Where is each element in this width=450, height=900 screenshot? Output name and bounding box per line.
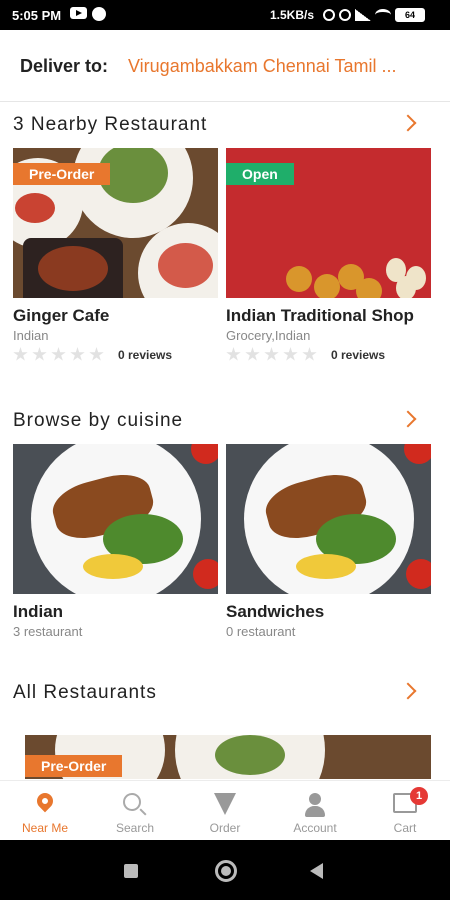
all-restaurants-chevron-icon[interactable] — [399, 682, 417, 700]
star-icon — [70, 347, 85, 361]
star-icon — [89, 347, 104, 361]
nearby-see-all-chevron-icon[interactable] — [399, 114, 417, 132]
rating-row: 0 reviews — [226, 347, 431, 362]
restaurant-card-indian-traditional-shop[interactable]: Open Indian Traditional Shop Grocery,Ind… — [226, 148, 431, 362]
nav-account[interactable]: Account — [270, 781, 360, 840]
battery-icon: 64 — [395, 8, 425, 22]
restaurant-image: Pre-Order — [13, 148, 218, 298]
nav-label: Order — [209, 821, 241, 835]
nav-label: Cart — [393, 821, 417, 835]
star-icon — [226, 347, 241, 361]
cuisine-see-all-chevron-icon[interactable] — [399, 410, 417, 428]
cuisine-card-sandwiches[interactable]: Sandwiches 0 restaurant — [226, 444, 431, 639]
cuisine-name: Sandwiches — [226, 602, 325, 621]
cuisine-section-title: Browse by cuisine — [13, 410, 184, 431]
cuisine-restaurant-count: 0 restaurant — [226, 624, 296, 639]
nav-label: Account — [293, 821, 337, 835]
system-navigation-bar — [0, 840, 450, 900]
restaurant-category: Indian — [13, 328, 49, 343]
star-icon — [302, 347, 317, 361]
rating-row: 0 reviews — [13, 347, 218, 362]
status-time: 5:05 PM — [12, 8, 62, 23]
star-icon — [245, 347, 260, 361]
nav-order[interactable]: Order — [180, 781, 270, 840]
nav-cart[interactable]: 1 Cart — [360, 781, 450, 840]
nav-label: Near Me — [21, 821, 68, 835]
user-icon — [304, 793, 326, 817]
signal-icon — [355, 9, 371, 21]
star-icon — [283, 347, 298, 361]
pizza-icon — [214, 793, 236, 815]
cuisine-name: Indian — [13, 602, 64, 621]
mute-icon — [339, 9, 351, 21]
review-count: 0 reviews — [118, 347, 173, 362]
restaurant-name: Indian Traditional Shop — [226, 306, 414, 325]
home-button[interactable] — [215, 860, 237, 882]
status-bar: 5:05 PM 1.5KB/s 64 — [0, 0, 450, 30]
pre-order-tag: Pre-Order — [25, 755, 123, 777]
wifi-icon — [375, 9, 391, 21]
star-icon — [51, 347, 66, 361]
star-icon — [32, 347, 47, 361]
nearby-section-title: 3 Nearby Restaurant — [13, 114, 208, 135]
restaurant-category: Grocery,Indian — [226, 328, 311, 343]
cuisine-image — [13, 444, 218, 594]
deliver-label: Deliver to: — [20, 56, 109, 76]
restaurant-name: Ginger Cafe — [13, 306, 110, 325]
restaurant-image: Open — [226, 148, 431, 298]
search-icon — [123, 793, 141, 811]
notification-icon — [92, 7, 106, 21]
bottom-navigation: Near Me Search Order Account 1 Cart — [0, 780, 450, 840]
star-icon — [264, 347, 279, 361]
nav-near-me[interactable]: Near Me — [0, 781, 90, 840]
location-pin-icon — [33, 789, 57, 813]
cuisine-restaurant-count: 3 restaurant — [13, 624, 83, 639]
all-restaurant-card[interactable]: Pre-Order — [25, 735, 431, 779]
cuisine-image — [226, 444, 431, 594]
nav-label: Search — [115, 821, 155, 835]
alarm-icon — [323, 9, 335, 21]
recents-button[interactable] — [124, 864, 138, 878]
pre-order-tag: Pre-Order — [13, 163, 111, 185]
star-icon — [13, 347, 28, 361]
back-button[interactable] — [310, 863, 323, 879]
restaurant-card-ginger-cafe[interactable]: Pre-Order Ginger Cafe Indian 0 reviews — [13, 148, 218, 362]
youtube-icon — [70, 7, 87, 19]
review-count: 0 reviews — [331, 347, 386, 362]
cart-badge: 1 — [410, 787, 428, 805]
cuisine-card-indian[interactable]: Indian 3 restaurant — [13, 444, 218, 639]
nav-search[interactable]: Search — [90, 781, 180, 840]
all-restaurants-title: All Restaurants — [13, 682, 157, 703]
open-tag: Open — [226, 163, 294, 185]
network-speed: 1.5KB/s — [270, 8, 315, 22]
delivery-location-bar[interactable]: Deliver to: Virugambakkam Chennai Tamil … — [0, 30, 450, 102]
delivery-address[interactable]: Virugambakkam Chennai Tamil ... — [128, 56, 428, 77]
